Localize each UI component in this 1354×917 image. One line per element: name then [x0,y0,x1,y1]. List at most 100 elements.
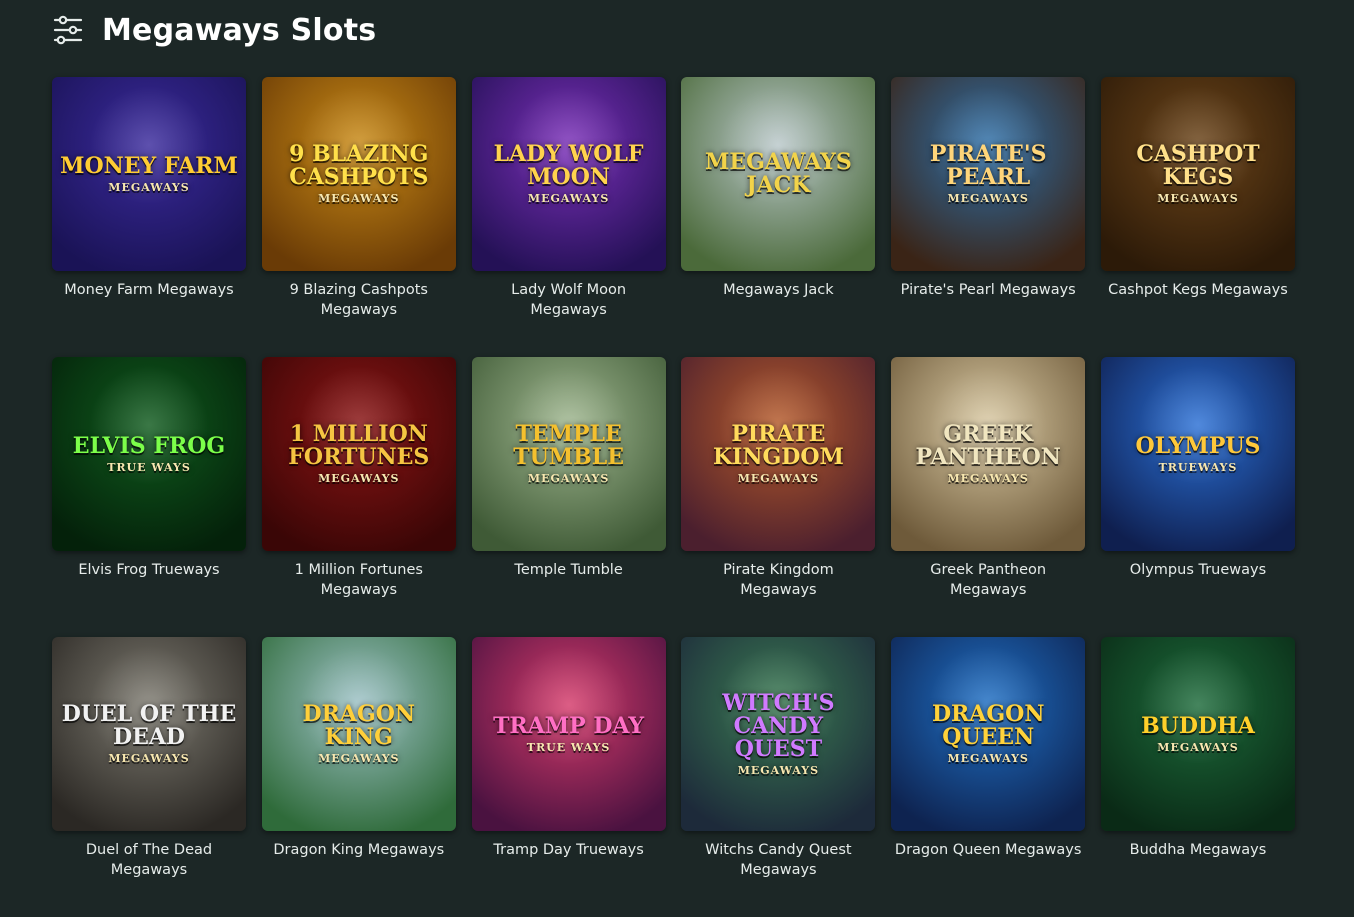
game-logo: Temple Tumble Megaways [472,423,666,485]
game-title[interactable]: Temple Tumble [472,560,666,580]
game-logo-subtitle: Megaways [737,763,820,777]
game-logo-subtitle: Megaways [108,180,190,194]
game-logo-text: Dragon Queen [931,701,1045,751]
game-card[interactable]: Megaways Jack Megaways Jack [681,77,876,357]
game-logo-text: Money Farm [60,152,238,179]
game-title[interactable]: 1 Million Fortunes Megaways [262,560,456,600]
game-logo-text: Duel of the Dead [61,701,237,751]
game-title[interactable]: Elvis Frog Trueways [52,560,246,580]
game-logo-text: Dragon King [302,701,416,751]
game-card[interactable]: Witch's Candy Quest Megaways Witchs Candy … [681,637,876,917]
game-card[interactable]: Duel of the Dead Megaways Duel of The Dead… [52,637,246,917]
game-thumbnail[interactable]: Cashpot Kegs Megaways [1100,77,1295,271]
game-title[interactable]: Olympus Trueways [1101,560,1295,580]
game-logo: Dragon Queen Megaways [891,703,1085,765]
game-logo-subtitle: True Ways [107,460,191,474]
game-thumbnail[interactable]: Dragon Queen Megaways [891,637,1086,831]
game-thumbnail[interactable]: Greek Pantheon Megaways [891,357,1086,551]
game-logo: Cashpot Kegs Megaways [1101,143,1295,205]
game-logo: Money Farm Megaways [52,152,246,194]
game-logo: 9 Blazing Cashpots Megaways [262,143,456,205]
game-logo-subtitle: Megaways [318,752,400,766]
game-card[interactable]: Lady Wolf Moon Megaways Lady Wolf Moon Meg… [471,77,666,357]
game-logo: Tramp Day True Ways [485,712,652,754]
game-logo-subtitle: Megaways [1157,192,1239,206]
game-title[interactable]: Cashpot Kegs Megaways [1101,280,1295,300]
game-card[interactable]: Olympus Trueways Olympus Trueways [1100,357,1295,637]
game-title[interactable]: Dragon Queen Megaways [891,840,1085,860]
game-logo: Pirate's Pearl Megaways [891,143,1085,205]
game-thumbnail[interactable]: 1 Million Fortunes Megaways [261,357,456,551]
game-title[interactable]: Greek Pantheon Megaways [891,560,1085,600]
game-title[interactable]: Dragon King Megaways [262,840,456,860]
game-logo-text: Buddha [1141,712,1255,739]
game-logo-subtitle: Megaways [947,752,1029,766]
game-logo-subtitle: True Ways [526,740,611,754]
game-thumbnail[interactable]: Olympus Trueways [1100,357,1295,551]
game-logo-subtitle: Megaways [737,472,820,486]
game-title[interactable]: Money Farm Megaways [52,280,246,300]
game-logo-text: Pirate's Pearl [929,141,1047,191]
game-logo-subtitle: Megaways [947,192,1029,206]
game-title[interactable]: Witchs Candy Quest Megaways [681,840,875,880]
game-thumbnail[interactable]: Temple Tumble Megaways [471,357,666,551]
game-thumbnail[interactable]: 9 Blazing Cashpots Megaways [261,77,456,271]
game-card[interactable]: Temple Tumble Megaways Temple Tumble [471,357,666,637]
game-logo: Megaways Jack [681,150,875,197]
game-logo-text: 1 Million Fortunes [288,421,430,471]
page-title: Megaways Slots [102,12,377,48]
game-thumbnail[interactable]: Money Farm Megaways [52,77,246,271]
game-logo-text: Elvis Frog [72,432,226,459]
game-card[interactable]: Buddha Megaways Buddha Megaways [1100,637,1295,917]
game-logo: 1 Million Fortunes Megaways [262,423,456,485]
game-card[interactable]: Dragon Queen Megaways Dragon Queen Megaway… [891,637,1086,917]
game-logo-subtitle: Megaways [1157,740,1239,754]
game-card[interactable]: Tramp Day True Ways Tramp Day Trueways [471,637,666,917]
game-logo: Duel of the Dead Megaways [52,703,246,765]
game-title[interactable]: Duel of The Dead Megaways [52,840,246,880]
game-title[interactable]: Pirate Kingdom Megaways [681,560,875,600]
game-thumbnail[interactable]: Megaways Jack [681,77,876,271]
game-thumbnail[interactable]: Buddha Megaways [1100,637,1295,831]
game-title[interactable]: Pirate's Pearl Megaways [891,280,1085,300]
game-logo-subtitle: Megaways [947,472,1029,486]
game-logo-text: Greek Pantheon [915,421,1061,471]
game-card[interactable]: Elvis Frog True Ways Elvis Frog Trueways [52,357,246,637]
game-card[interactable]: Money Farm Megaways Money Farm Megaways [52,77,246,357]
game-title[interactable]: 9 Blazing Cashpots Megaways [262,280,456,320]
game-title[interactable]: Megaways Jack [681,280,875,300]
game-card[interactable]: 1 Million Fortunes Megaways 1 Million Fort… [261,357,456,637]
game-thumbnail[interactable]: Tramp Day True Ways [471,637,666,831]
game-title[interactable]: Tramp Day Trueways [472,840,666,860]
game-logo: Olympus Trueways [1128,434,1269,474]
game-thumbnail[interactable]: Witch's Candy Quest Megaways [681,637,876,831]
game-logo-subtitle: Megaways [318,472,400,486]
game-title[interactable]: Buddha Megaways [1101,840,1295,860]
game-logo: Elvis Frog True Ways [65,432,233,474]
game-logo-text: Lady Wolf Moon [493,141,644,191]
game-thumbnail[interactable]: Elvis Frog True Ways [52,357,246,551]
filter-icon[interactable] [52,14,84,46]
game-logo: Lady Wolf Moon Megaways [472,143,666,205]
game-logo: Buddha Megaways [1133,712,1263,754]
game-card[interactable]: Pirate's Pearl Megaways Pirate's Pearl Meg… [891,77,1086,357]
game-title[interactable]: Lady Wolf Moon Megaways [472,280,666,320]
game-card[interactable]: Dragon King Megaways Dragon King Megaways [261,637,456,917]
game-logo-text: Witch's Candy Quest [722,689,835,762]
game-thumbnail[interactable]: Pirate's Pearl Megaways [891,77,1086,271]
game-card[interactable]: 9 Blazing Cashpots Megaways 9 Blazing Cash… [261,77,456,357]
game-logo-text: Tramp Day [493,712,645,739]
game-logo: Witch's Candy Quest Megaways [681,689,875,777]
section-header: Megaways Slots [52,10,376,50]
game-logo: Greek Pantheon Megaways [891,423,1085,485]
game-logo-text: Cashpot Kegs [1136,141,1260,191]
game-card[interactable]: Cashpot Kegs Megaways Cashpot Kegs Megaway… [1100,77,1295,357]
game-thumbnail[interactable]: Pirate Kingdom Megaways [681,357,876,551]
game-thumbnail[interactable]: Lady Wolf Moon Megaways [471,77,666,271]
game-card[interactable]: Pirate Kingdom Megaways Pirate Kingdom Meg… [681,357,876,637]
game-logo-subtitle: Trueways [1158,460,1238,474]
game-thumbnail[interactable]: Dragon King Megaways [261,637,456,831]
game-card[interactable]: Greek Pantheon Megaways Greek Pantheon Meg… [891,357,1086,637]
game-thumbnail[interactable]: Duel of the Dead Megaways [52,637,246,831]
game-logo: Dragon King Megaways [262,703,456,765]
